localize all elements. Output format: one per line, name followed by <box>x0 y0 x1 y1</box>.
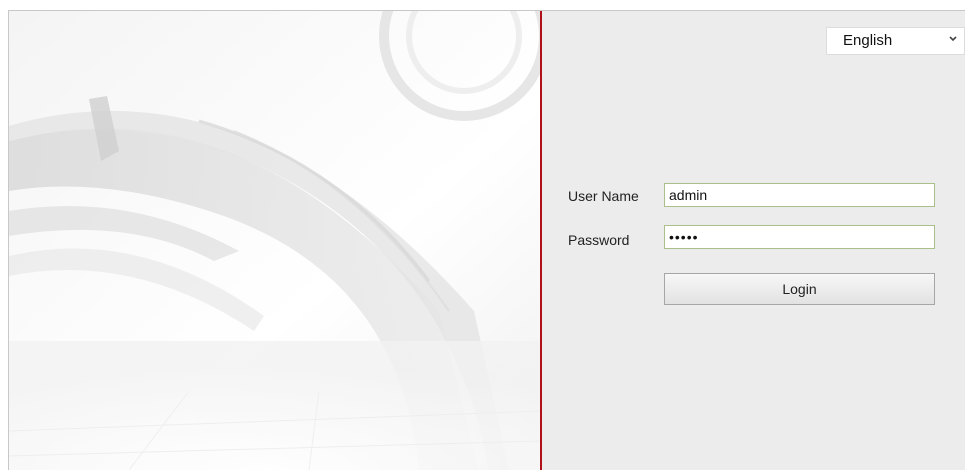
username-label: User Name <box>568 188 639 204</box>
chevron-down-icon <box>949 36 957 42</box>
camera-lens-arc-graphic <box>9 11 540 470</box>
password-input[interactable]: ••••• <box>664 225 935 249</box>
login-button[interactable]: Login <box>664 273 935 305</box>
decorative-banner <box>9 11 540 470</box>
username-input[interactable]: admin <box>664 183 935 207</box>
password-label: Password <box>568 232 630 248</box>
language-select[interactable]: English <box>826 27 965 55</box>
language-selected: English <box>843 32 893 49</box>
